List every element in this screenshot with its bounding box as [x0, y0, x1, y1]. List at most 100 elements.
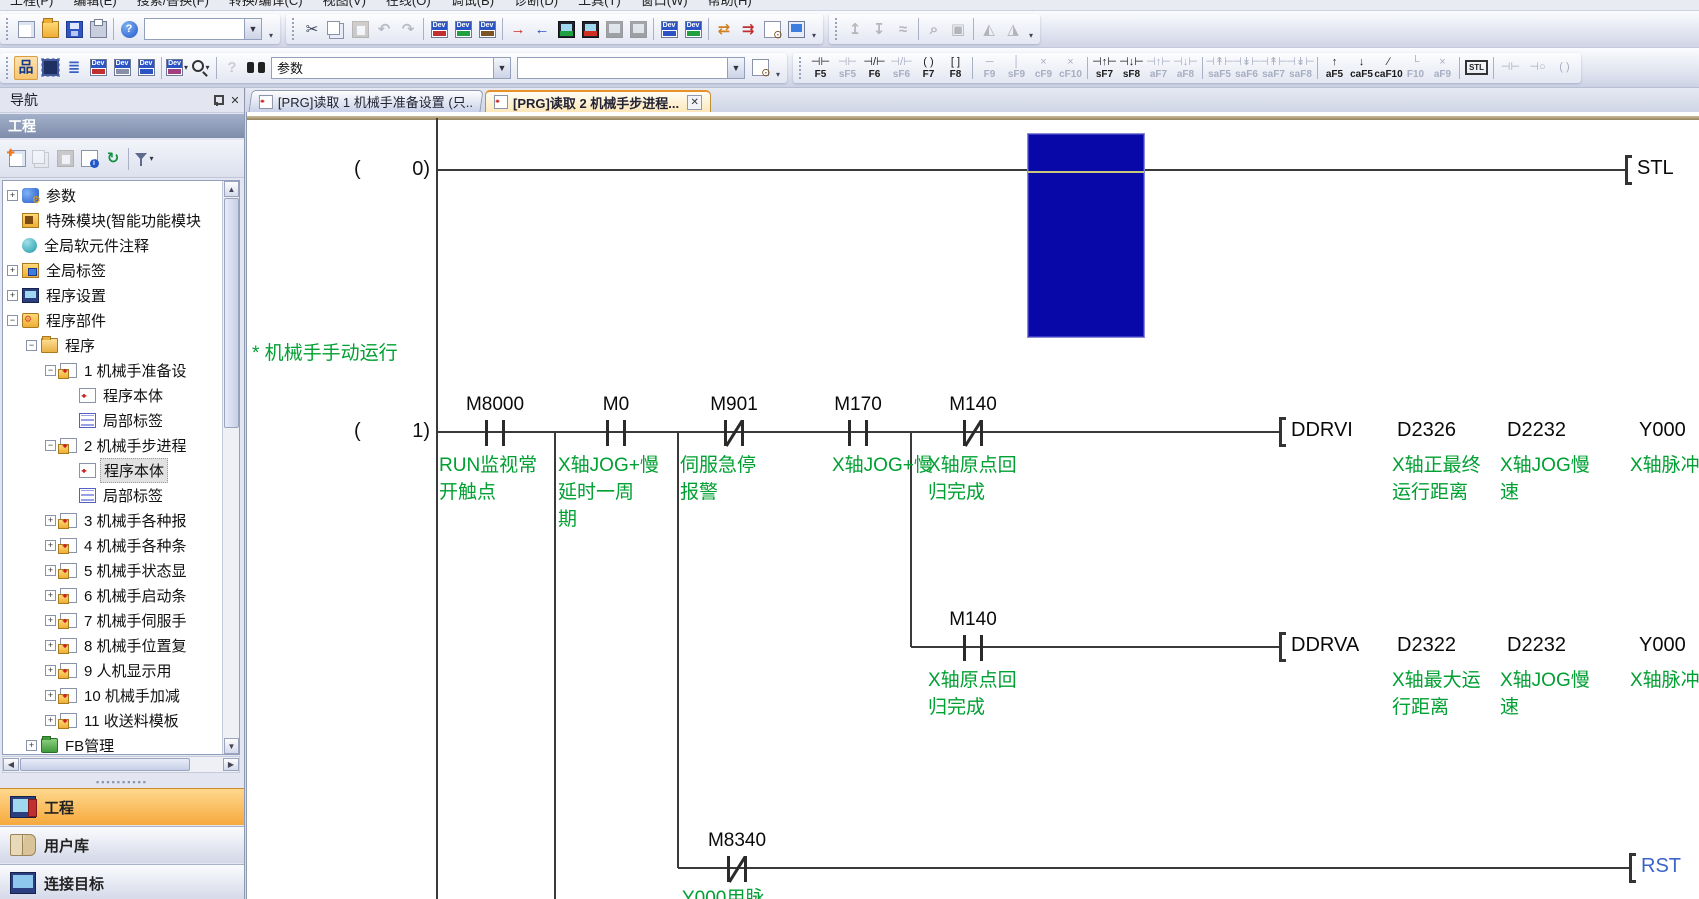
selection-cursor[interactable]	[1027, 133, 1145, 338]
device-memory-button[interactable]	[427, 17, 451, 41]
device-registration-monitor-button[interactable]	[681, 17, 705, 41]
device-note-display-button[interactable]	[134, 56, 158, 80]
menu-item[interactable]: 调试(B)	[451, 0, 494, 9]
tree-item-8-机械手位置复[interactable]: +8 机械手位置复	[45, 633, 190, 658]
monitor-stop-button[interactable]	[578, 17, 602, 41]
menu-item[interactable]: 诊断(D)	[514, 0, 558, 9]
print-button[interactable]	[86, 17, 110, 41]
scroll-thumb[interactable]	[224, 198, 239, 428]
tab-active[interactable]: [PRG]读取 2 机械手步进程...✕	[485, 90, 711, 112]
scroll-right-icon[interactable]: ▶	[223, 758, 239, 771]
expand-icon[interactable]: +	[45, 615, 56, 626]
save-project-button[interactable]	[62, 17, 86, 41]
tree-item-7-机械手伺服手[interactable]: +7 机械手伺服手	[45, 608, 190, 633]
tree-item-程序部件[interactable]: −程序部件	[7, 308, 109, 333]
display-content-button[interactable]: ▾	[165, 56, 189, 80]
tree-item-程序本体[interactable]: 程序本体	[64, 383, 166, 408]
monitor-start-button[interactable]	[554, 17, 578, 41]
expand-icon[interactable]: +	[45, 515, 56, 526]
tree-vertical-scrollbar[interactable]: ▲ ▼	[222, 181, 239, 754]
scroll-down-icon[interactable]: ▼	[224, 738, 239, 754]
ladder-editor[interactable]: (0)(1)M8000M0M901M170M140M140M8340STLDDR…	[246, 112, 1699, 899]
device-statement-display-button[interactable]	[110, 56, 134, 80]
device-find-button[interactable]: ▾	[189, 56, 213, 80]
expand-icon[interactable]: +	[45, 690, 56, 701]
tree-item-11-收送料模板[interactable]: +11 收送料模板	[45, 708, 182, 733]
menu-item[interactable]: 工程(P)	[10, 0, 53, 9]
help-button[interactable]: ?	[117, 17, 141, 41]
expand-icon[interactable]: +	[45, 540, 56, 551]
panel-splitter[interactable]: ▪▪▪▪▪▪▪▪▪▪	[0, 776, 244, 788]
close-icon[interactable]: ✕	[226, 92, 244, 108]
ladder-key-STL[interactable]: STL	[1463, 52, 1490, 84]
nav-button-用户库[interactable]: 用户库	[0, 826, 244, 863]
expand-icon[interactable]: +	[45, 565, 56, 576]
ladder-key-aF5[interactable]: ↑aF5	[1321, 52, 1348, 84]
tree-item-3-机械手各种报[interactable]: +3 机械手各种报	[45, 508, 190, 533]
find-button[interactable]	[244, 56, 268, 80]
open-project-button[interactable]	[38, 17, 62, 41]
device-batch-monitor-button[interactable]	[657, 17, 681, 41]
tree-item-9-人机显示用[interactable]: +9 人机显示用	[45, 658, 175, 683]
tree-item-10-机械手加减[interactable]: +10 机械手加减	[45, 683, 183, 708]
expand-icon[interactable]: +	[7, 190, 18, 201]
chevron-down-icon[interactable]: ▾	[184, 63, 188, 72]
nav-button-连接目标[interactable]: 连接目标	[0, 864, 244, 899]
menu-item[interactable]: 窗口(W)	[641, 0, 688, 9]
ladder-key-F8[interactable]: [ ]F8	[942, 52, 969, 84]
tree-item-全局标签[interactable]: +全局标签	[7, 258, 109, 283]
scroll-thumb[interactable]	[20, 758, 190, 771]
collapse-icon[interactable]: −	[45, 440, 56, 451]
toolbar-drag-handle[interactable]	[6, 18, 11, 40]
chevron-down-icon[interactable]: ▼	[493, 58, 510, 78]
collapse-icon[interactable]: −	[7, 315, 18, 326]
verify-with-plc-button[interactable]: ⇄	[712, 17, 736, 41]
menu-item[interactable]: 视图(V)	[323, 0, 366, 9]
toolbar-overflow-icon[interactable]: ▾	[265, 16, 277, 42]
program-check-button[interactable]	[760, 17, 784, 41]
copy-button[interactable]	[324, 17, 348, 41]
tree-item-局部标签[interactable]: 局部标签	[64, 408, 166, 433]
ladder-key-caF5[interactable]: ↓caF5	[1348, 52, 1375, 84]
monitor-window-button[interactable]	[784, 17, 808, 41]
chevron-down-icon[interactable]: ▾	[205, 63, 209, 72]
ladder-key-F7[interactable]: ( )F7	[915, 52, 942, 84]
tree-item-FB管理[interactable]: +FB管理	[26, 733, 117, 755]
tree-item-程序[interactable]: −程序	[26, 333, 98, 358]
tab-close-icon[interactable]: ✕	[687, 95, 702, 110]
toolbar-drag-handle[interactable]	[799, 57, 804, 79]
ladder-key-caF10[interactable]: ∕caF10	[1375, 52, 1402, 84]
find-value-combo[interactable]: ▼	[517, 57, 745, 79]
expand-icon[interactable]: +	[26, 740, 37, 751]
ladder-key-F6[interactable]: ⊣/⊢F6	[861, 52, 888, 84]
new-item-button[interactable]: ✚	[5, 147, 29, 171]
work-window-list-button[interactable]: ≣	[62, 56, 86, 80]
expand-icon[interactable]: +	[45, 640, 56, 651]
ladder-key-F5[interactable]: ⊣⊢F5	[807, 52, 834, 84]
tree-item-6-机械手启动条[interactable]: +6 机械手启动条	[45, 583, 190, 608]
toolbar-overflow-icon[interactable]: ▾	[772, 55, 784, 81]
toolbar-drag-handle[interactable]	[292, 18, 297, 40]
tree-item-全局软元件注释[interactable]: 全局软元件注释	[7, 233, 152, 258]
print-preview-button[interactable]	[748, 56, 772, 80]
new-project-button[interactable]	[14, 17, 38, 41]
write-to-plc-button[interactable]: →	[506, 17, 530, 41]
chevron-down-icon[interactable]: ▾	[149, 154, 153, 163]
tree-item-局部标签[interactable]: 局部标签	[64, 483, 166, 508]
scroll-up-icon[interactable]: ▲	[224, 181, 239, 197]
ladder-key-sF8[interactable]: ⊣↓⊢sF8	[1118, 52, 1145, 84]
tree-item-程序本体[interactable]: 程序本体	[64, 458, 168, 483]
ladder-key-sF7[interactable]: ⊣↑⊢sF7	[1091, 52, 1118, 84]
chevron-down-icon[interactable]: ▼	[244, 19, 261, 39]
menu-item[interactable]: 工具(T)	[578, 0, 621, 9]
read-from-plc-button[interactable]: ←	[530, 17, 554, 41]
device-read-button[interactable]	[451, 17, 475, 41]
module-configuration-button[interactable]	[38, 56, 62, 80]
menu-item[interactable]: 转换/编译(C)	[229, 0, 303, 9]
tree-item-程序设置[interactable]: +程序设置	[7, 283, 109, 308]
menu-item[interactable]: 编辑(E)	[73, 0, 116, 9]
menu-item[interactable]: 在线(O)	[386, 0, 431, 9]
tree-item-特殊模块(智能功能模块[interactable]: 特殊模块(智能功能模块	[7, 208, 204, 233]
menu-item[interactable]: 帮助(H)	[708, 0, 752, 9]
tree-item-4-机械手各种条[interactable]: +4 机械手各种条	[45, 533, 190, 558]
